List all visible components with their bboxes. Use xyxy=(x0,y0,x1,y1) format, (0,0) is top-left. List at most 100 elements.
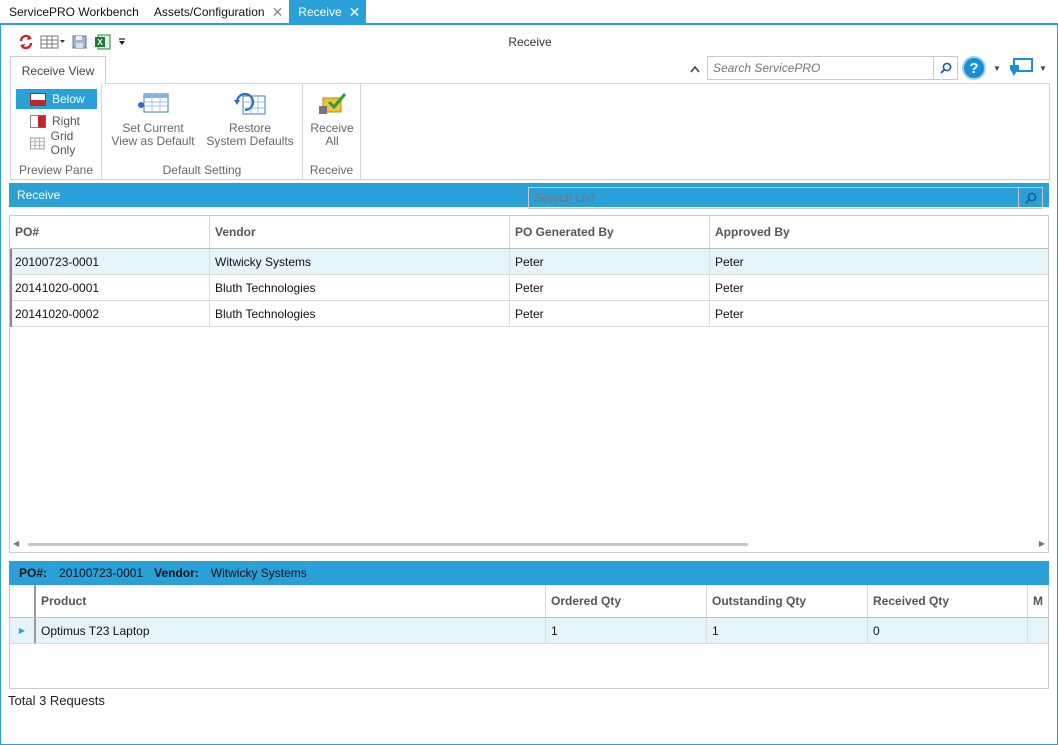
table-row[interactable]: 20100723-0001 Witwicky Systems Peter Pet… xyxy=(10,249,1048,275)
group-label: Receive xyxy=(309,163,354,177)
ribbon-tab-label: Receive View xyxy=(21,63,95,78)
cell-po: 20141020-0002 xyxy=(10,301,210,326)
scroll-left-icon[interactable]: ◀ xyxy=(13,539,19,548)
preview-below-button[interactable]: Below xyxy=(16,89,97,109)
tab-servicepro-workbench[interactable]: ServicePRO Workbench xyxy=(0,0,145,23)
close-icon[interactable]: ✕ xyxy=(349,5,361,19)
grid-header: PO# Vendor PO Generated By Approved By xyxy=(10,216,1048,249)
column-header-product[interactable]: Product xyxy=(36,585,546,617)
column-header-po[interactable]: PO# xyxy=(10,216,210,248)
expand-row-icon[interactable]: ▶ xyxy=(10,618,36,643)
global-search xyxy=(707,56,958,80)
collapse-ribbon-button[interactable] xyxy=(690,62,700,76)
receive-all-button[interactable]: Receive All xyxy=(305,90,359,148)
close-icon[interactable]: ✕ xyxy=(272,5,284,19)
help-button[interactable]: ? xyxy=(962,56,986,80)
status-text: Total 3 Requests xyxy=(8,693,105,708)
row-indicator xyxy=(10,301,12,327)
search-button[interactable] xyxy=(933,57,957,79)
column-header-po-generated-by[interactable]: PO Generated By xyxy=(510,216,710,248)
section-title: Receive xyxy=(17,188,61,202)
cell-approved-by: Peter xyxy=(715,280,744,295)
chevron-up-icon xyxy=(690,65,700,73)
scroll-right-icon[interactable]: ▶ xyxy=(1039,539,1045,548)
cell-approved-by: Peter xyxy=(715,306,744,321)
table-row[interactable]: 20141020-0001 Bluth Technologies Peter P… xyxy=(10,275,1048,301)
receive-group: Receive All Receive xyxy=(303,84,361,180)
preview-pane-group: Below Right Grid Only Preview Pane xyxy=(11,84,102,180)
ribbon: Below Right Grid Only Preview Pane Set C… xyxy=(10,83,1050,180)
cell-vendor: Witwicky Systems xyxy=(210,249,510,274)
list-search-button[interactable] xyxy=(1018,188,1042,208)
vendor-value: Witwicky Systems xyxy=(210,566,307,580)
table-row[interactable]: ▶ Optimus T23 Laptop 1 1 0 xyxy=(10,618,1048,644)
grid-only-label: Grid Only xyxy=(50,129,76,157)
cell-po-generated-by: Peter xyxy=(510,249,710,274)
column-header-received-qty[interactable]: Received Qty xyxy=(868,585,1028,617)
window-title: Receive xyxy=(508,35,552,49)
grid-only-button[interactable]: Grid Only xyxy=(16,129,97,157)
restore-line2: System Defaults xyxy=(206,134,294,148)
po-value: 20100723-0001 xyxy=(59,566,144,580)
po-detail-header: PO#: 20100723-0001 Vendor: Witwicky Syst… xyxy=(9,561,1049,585)
grid-header: Product Ordered Qty Outstanding Qty Rece… xyxy=(10,585,1048,618)
horizontal-scrollbar[interactable] xyxy=(28,543,748,546)
table-row[interactable]: 20141020-0002 Bluth Technologies Peter P… xyxy=(10,301,1048,327)
receive-all-icon xyxy=(319,93,347,114)
cell-vendor: Bluth Technologies xyxy=(210,301,510,326)
preview-below-label: Below xyxy=(52,92,85,106)
list-search xyxy=(528,187,1043,209)
set-current-view-default-button[interactable]: Set Current View as Default xyxy=(107,90,199,148)
po-grid: PO# Vendor PO Generated By Approved By 2… xyxy=(9,215,1049,553)
search-icon xyxy=(939,62,951,74)
tab-receive[interactable]: Receive ✕ xyxy=(289,0,367,23)
group-label: Preview Pane xyxy=(18,163,94,177)
restore-system-defaults-button[interactable]: Restore System Defaults xyxy=(202,90,298,148)
column-header-vendor[interactable]: Vendor xyxy=(210,216,510,248)
tab-label: Assets/Configuration xyxy=(153,4,265,19)
default-setting-group: Set Current View as Default Restore Syst… xyxy=(102,84,303,180)
global-search-input[interactable] xyxy=(708,57,933,79)
column-header-m[interactable]: M xyxy=(1028,585,1048,617)
cell-received-qty[interactable]: 0 xyxy=(868,618,1028,643)
column-header-outstanding-qty[interactable]: Outstanding Qty xyxy=(707,585,868,617)
document-tab-strip: ServicePRO Workbench Assets/Configuratio… xyxy=(0,0,1058,25)
row-indicator xyxy=(10,275,12,301)
pane-below-icon xyxy=(30,92,46,106)
search-icon xyxy=(1024,192,1036,204)
cell-vendor: Bluth Technologies xyxy=(210,275,510,300)
pane-right-icon xyxy=(30,114,46,128)
cell-po-generated-by: Peter xyxy=(510,275,710,300)
tab-label: ServicePRO Workbench xyxy=(9,4,139,19)
column-header-ordered-qty[interactable]: Ordered Qty xyxy=(546,585,707,617)
po-label: PO#: xyxy=(19,566,48,580)
set-current-line2: View as Default xyxy=(111,134,195,148)
cell-m xyxy=(1028,618,1048,643)
receive-all-line2: All xyxy=(325,134,339,148)
column-header-approved-by[interactable]: Approved By xyxy=(710,216,1048,248)
grid-only-icon xyxy=(30,137,45,149)
preview-right-label: Right xyxy=(52,114,81,128)
cell-approved-by: Peter xyxy=(715,254,744,269)
restore-defaults-icon xyxy=(234,92,266,115)
group-label: Default Setting xyxy=(162,163,242,177)
cell-ordered-qty: 1 xyxy=(546,618,707,643)
cell-po: 20141020-0001 xyxy=(10,275,210,300)
set-default-view-icon xyxy=(138,93,169,113)
feedback-button[interactable] xyxy=(1009,57,1033,82)
cell-po-generated-by: Peter xyxy=(510,301,710,326)
cell-product: Optimus T23 Laptop xyxy=(36,618,546,643)
row-indicator xyxy=(10,249,12,275)
row-gutter xyxy=(10,585,36,617)
ribbon-tab-receive-view[interactable]: Receive View xyxy=(10,56,106,84)
preview-right-button[interactable]: Right xyxy=(16,111,97,131)
help-icon: ? xyxy=(969,59,979,77)
list-search-input[interactable] xyxy=(529,188,1018,208)
cell-outstanding-qty: 1 xyxy=(707,618,868,643)
chevron-down-icon[interactable]: ▼ xyxy=(993,64,1001,73)
po-line-items-grid: Product Ordered Qty Outstanding Qty Rece… xyxy=(9,585,1049,689)
tab-assets-configuration[interactable]: Assets/Configuration ✕ xyxy=(145,0,289,23)
chevron-down-icon[interactable]: ▼ xyxy=(1039,64,1047,73)
cell-po: 20100723-0001 xyxy=(10,249,210,274)
vendor-label: Vendor: xyxy=(154,566,199,580)
